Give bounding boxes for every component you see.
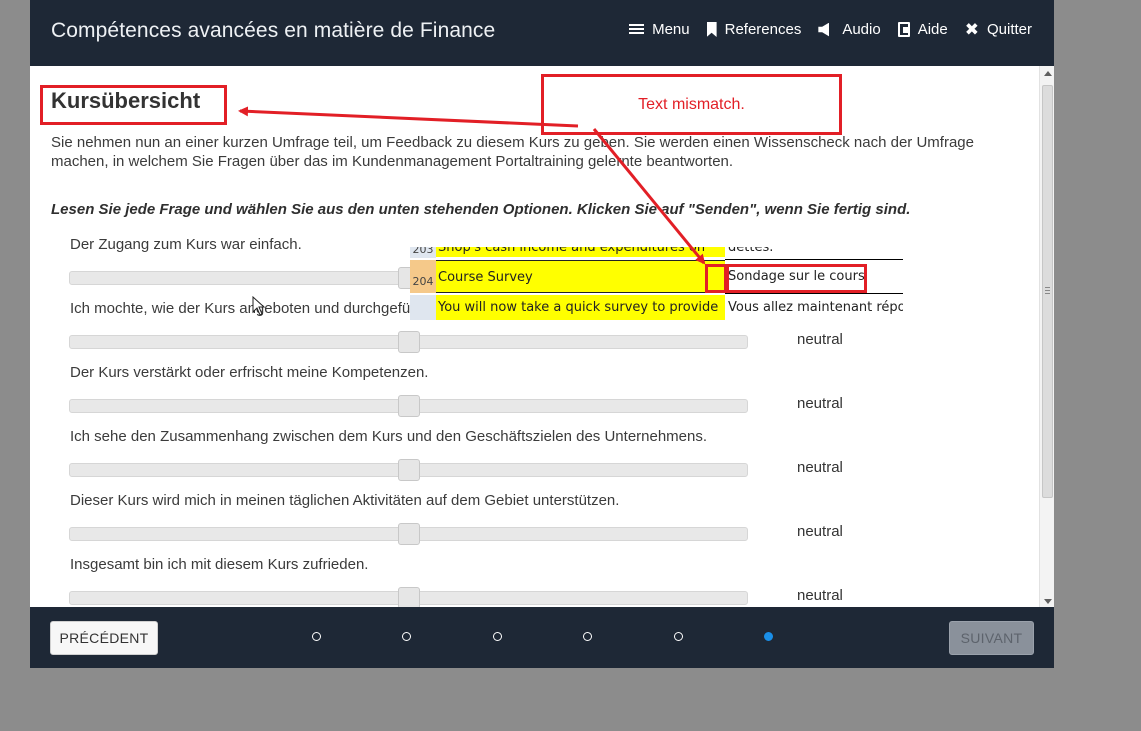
rating-value: neutral xyxy=(797,459,843,476)
mouse-cursor-icon xyxy=(252,296,266,316)
references-label: References xyxy=(724,21,802,38)
quit-label: Quitter xyxy=(986,21,1032,38)
references-button[interactable]: References xyxy=(706,21,802,38)
audio-label: Audio xyxy=(842,21,881,38)
grip-icon xyxy=(1045,287,1050,294)
cell-highlight-box xyxy=(705,264,727,293)
quit-button[interactable]: ✖ Quitter xyxy=(964,19,1032,39)
scroll-up-arrow-icon[interactable] xyxy=(1044,71,1052,76)
annotation-callout: Text mismatch. xyxy=(541,74,842,135)
menu-label: Menu xyxy=(652,21,690,38)
target-cell: dettes. xyxy=(726,247,903,257)
intro-text: Sie nehmen nun an einer kurzen Umfrage t… xyxy=(51,134,974,170)
footer-bar: PRÉCÉDENT SUIVANT xyxy=(30,607,1054,668)
row-number: 203 xyxy=(410,247,436,258)
header-bar: Compétences avancées en matière de Finan… xyxy=(30,0,1054,66)
book-icon xyxy=(897,22,910,37)
page-dot[interactable] xyxy=(493,632,502,641)
bookmark-icon xyxy=(706,22,717,37)
page-dot[interactable] xyxy=(583,632,592,641)
next-button: SUIVANT xyxy=(949,621,1034,655)
rating-slider-thumb[interactable] xyxy=(397,587,420,607)
scroll-down-arrow-icon[interactable] xyxy=(1044,599,1052,604)
rating-slider-thumb[interactable] xyxy=(397,523,420,545)
question-label: Dieser Kurs wird mich in meinen tägliche… xyxy=(70,492,620,509)
rating-slider-thumb[interactable] xyxy=(397,331,420,353)
source-cell: You will now take a quick survey to prov… xyxy=(436,295,725,320)
question-label: Ich sehe den Zusammenhang zwischen dem K… xyxy=(70,428,708,445)
page-dot[interactable] xyxy=(312,632,321,641)
help-button[interactable]: Aide xyxy=(897,21,948,38)
page-dot-active[interactable] xyxy=(764,632,773,641)
page-dot[interactable] xyxy=(402,632,411,641)
speaker-icon xyxy=(818,22,830,37)
close-icon: ✖ xyxy=(964,19,979,39)
question-label: Der Zugang zum Kurs war einfach. xyxy=(70,236,302,253)
previous-button[interactable]: PRÉCÉDENT xyxy=(50,621,158,655)
question-label: Der Kurs verstärkt oder erfrischt meine … xyxy=(70,364,429,381)
source-cell: Course Survey xyxy=(436,260,725,293)
audio-button[interactable]: Audio xyxy=(818,21,881,38)
menu-icon xyxy=(629,23,645,36)
row-number: 204 xyxy=(410,260,436,293)
rating-slider-thumb[interactable] xyxy=(397,395,420,417)
content-area: Kursübersicht Sie nehmen nun an einer ku… xyxy=(30,66,1054,607)
cell-border xyxy=(725,293,903,294)
target-cell: Vous allez maintenant répor xyxy=(726,295,903,320)
source-cell: Shop's cash income and expenditures on xyxy=(436,247,725,257)
rating-value: neutral xyxy=(797,587,843,604)
help-label: Aide xyxy=(917,21,948,38)
rating-value: neutral xyxy=(797,523,843,540)
header-nav: Menu References Audio Aide ✖ Quitter xyxy=(612,21,1032,38)
page-dot[interactable] xyxy=(674,632,683,641)
menu-button[interactable]: Menu xyxy=(629,21,690,38)
row-number xyxy=(410,295,436,320)
vertical-scrollbar[interactable] xyxy=(1039,66,1054,607)
instructions-text: Lesen Sie jede Frage und wählen Sie aus … xyxy=(51,201,911,218)
translation-highlight-box xyxy=(726,264,867,293)
rating-value: neutral xyxy=(797,395,843,412)
course-title: Compétences avancées en matière de Finan… xyxy=(51,19,496,42)
heading-highlight-box xyxy=(40,85,227,125)
question-label: Insgesamt bin ich mit diesem Kurs zufrie… xyxy=(70,556,369,573)
rating-slider-thumb[interactable] xyxy=(397,459,420,481)
rating-value: neutral xyxy=(797,331,843,348)
scrollbar-thumb[interactable] xyxy=(1042,85,1053,498)
